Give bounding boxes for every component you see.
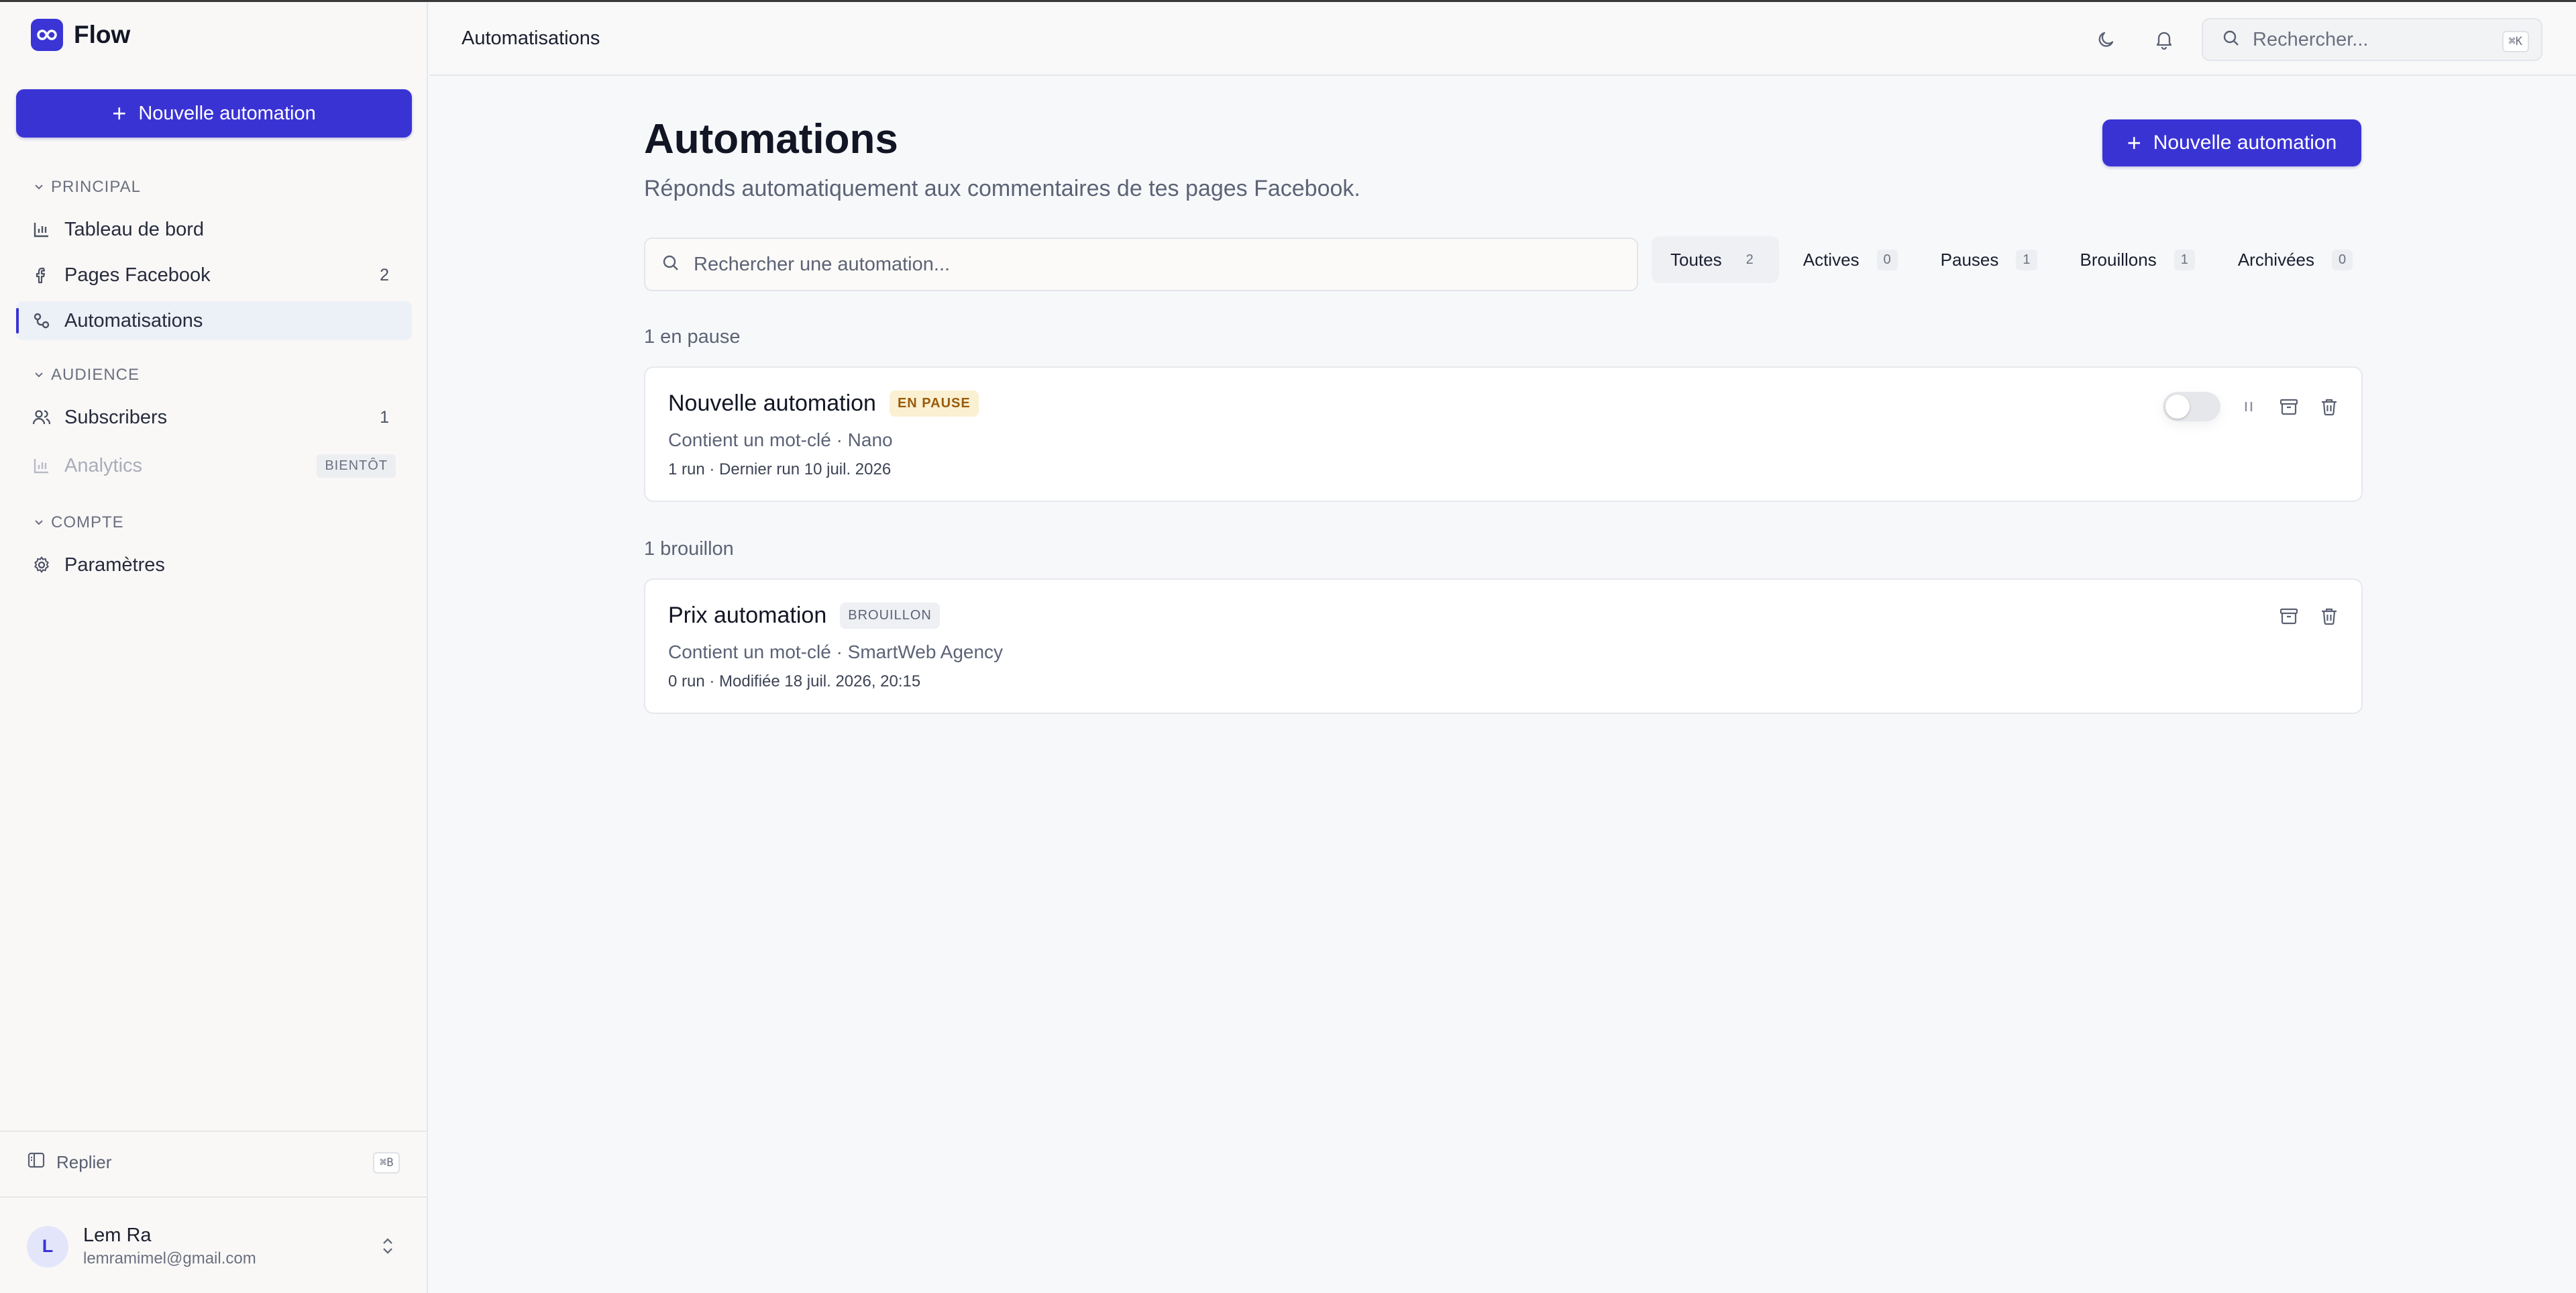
tab-label: Toutes xyxy=(1670,249,1722,270)
section-principal-title: PRINCIPAL xyxy=(51,178,141,196)
sidebar-item-count: 1 xyxy=(380,407,389,427)
sidebar-item-label: Paramètres xyxy=(64,554,165,576)
search-shortcut: ⌘K xyxy=(2502,31,2529,52)
tab-count: 1 xyxy=(2174,249,2195,270)
trash-icon[interactable] xyxy=(2317,604,2341,628)
activation-toggle[interactable] xyxy=(2163,392,2220,421)
sidebar-panel-icon xyxy=(27,1151,46,1174)
section-principal-toggle[interactable]: PRINCIPAL xyxy=(34,178,141,197)
top-header: Automatisations ⌘K xyxy=(429,2,2576,76)
tab-count: 2 xyxy=(1746,252,1754,267)
toggle-knob xyxy=(2165,395,2190,419)
brand-name: Flow xyxy=(74,21,131,48)
status-badge: BROUILLON xyxy=(840,603,940,629)
trash-icon[interactable] xyxy=(2317,395,2341,419)
bar-chart-icon xyxy=(32,220,51,239)
global-search-input[interactable] xyxy=(2253,28,2481,51)
sidebar-item-label: Subscribers xyxy=(64,406,168,428)
moon-icon[interactable] xyxy=(2094,28,2118,52)
bar-chart-icon xyxy=(32,456,51,475)
user-email: lemramimel@gmail.com xyxy=(83,1249,256,1268)
chevron-down-icon xyxy=(34,178,44,197)
sidebar-new-automation-button[interactable]: + Nouvelle automation xyxy=(16,89,412,138)
sidebar-item-label: Automatisations xyxy=(64,309,203,331)
pause-icon xyxy=(2237,395,2261,419)
sidebar: Flow + Nouvelle automation PRINCIPAL Tab… xyxy=(0,2,428,1293)
new-automation-label: Nouvelle automation xyxy=(2153,132,2337,154)
tab-label: Brouillons xyxy=(2080,249,2157,270)
automation-search-input[interactable] xyxy=(694,253,1566,276)
collapse-shortcut: ⌘B xyxy=(373,1152,400,1174)
tab-archivees[interactable]: Archivées 0 xyxy=(2219,236,2371,283)
archive-icon[interactable] xyxy=(2277,395,2301,419)
archive-icon[interactable] xyxy=(2277,604,2301,628)
tab-count: 1 xyxy=(2016,249,2037,270)
sidebar-item-count: 2 xyxy=(380,265,389,285)
automation-trigger: Contient un mot-clé · Nano xyxy=(668,429,893,450)
filter-tabs: Toutes 2 Actives 0 Pauses 1 Brouillons 1… xyxy=(1652,236,2371,283)
sidebar-item-dashboard[interactable]: Tableau de bord xyxy=(16,210,412,249)
sidebar-divider xyxy=(0,1196,428,1198)
tab-toutes[interactable]: Toutes 2 xyxy=(1652,236,1779,283)
search-icon xyxy=(2222,29,2241,51)
automation-title[interactable]: Prix automation xyxy=(668,603,826,629)
automation-title[interactable]: Nouvelle automation xyxy=(668,391,876,417)
bell-icon[interactable] xyxy=(2152,28,2176,52)
sidebar-new-automation-label: Nouvelle automation xyxy=(138,102,316,124)
plus-icon: + xyxy=(2127,129,2141,156)
sidebar-item-settings[interactable]: Paramètres xyxy=(16,546,412,584)
new-automation-button[interactable]: + Nouvelle automation xyxy=(2102,119,2361,166)
facebook-icon xyxy=(32,266,51,285)
tab-actives[interactable]: Actives 0 xyxy=(1784,236,1917,283)
sidebar-item-automations[interactable]: Automatisations xyxy=(16,301,412,340)
section-audience-title: AUDIENCE xyxy=(51,366,140,384)
group-label-paused: 1 en pause xyxy=(644,326,741,348)
tab-count: 0 xyxy=(1876,249,1898,270)
page-title: Automations xyxy=(644,116,898,162)
gear-icon xyxy=(32,556,51,574)
automation-trigger: Contient un mot-clé · SmartWeb Agency xyxy=(668,641,1004,662)
collapse-label: Replier xyxy=(56,1152,112,1172)
tab-count: 0 xyxy=(2331,249,2353,270)
workflow-icon xyxy=(32,311,51,330)
brand[interactable]: Flow xyxy=(31,18,130,52)
section-audience-toggle[interactable]: AUDIENCE xyxy=(34,366,140,384)
chevrons-up-down-icon[interactable] xyxy=(380,1235,396,1260)
section-compte-toggle[interactable]: COMPTE xyxy=(34,513,124,532)
tab-brouillons[interactable]: Brouillons 1 xyxy=(2061,236,2214,283)
group-label-draft: 1 brouillon xyxy=(644,538,734,560)
sidebar-item-facebook-pages[interactable]: Pages Facebook 2 xyxy=(16,256,412,295)
automation-meta: 0 run · Modifiée 18 juil. 2026, 20:15 xyxy=(668,672,921,690)
sidebar-item-analytics: Analytics BIENTÔT xyxy=(16,446,412,485)
automation-search[interactable] xyxy=(644,238,1638,291)
avatar: L xyxy=(27,1225,68,1268)
plus-icon: + xyxy=(112,99,127,127)
page-subtitle: Réponds automatiquement aux commentaires… xyxy=(644,176,1360,201)
section-compte-title: COMPTE xyxy=(51,513,124,531)
user-name: Lem Ra xyxy=(83,1225,152,1246)
collapse-sidebar-button[interactable]: Replier xyxy=(27,1151,111,1174)
automation-meta: 1 run · Dernier run 10 juil. 2026 xyxy=(668,460,892,478)
sidebar-item-label: Tableau de bord xyxy=(64,218,204,240)
users-icon xyxy=(32,408,51,427)
tab-pauses[interactable]: Pauses 1 xyxy=(1922,236,2056,283)
sidebar-item-label: Pages Facebook xyxy=(64,264,211,286)
automation-card[interactable]: Nouvelle automation EN PAUSE Contient un… xyxy=(644,366,2363,502)
infinity-logo-icon xyxy=(31,19,63,51)
status-badge: EN PAUSE xyxy=(889,391,979,417)
search-icon xyxy=(661,254,680,276)
chevron-down-icon xyxy=(34,513,44,532)
global-search[interactable]: ⌘K xyxy=(2202,18,2542,61)
sidebar-item-subscribers[interactable]: Subscribers 1 xyxy=(16,398,412,437)
breadcrumb: Automatisations xyxy=(462,28,600,49)
tab-label: Archivées xyxy=(2237,249,2314,270)
sidebar-item-label: Analytics xyxy=(64,454,143,476)
sidebar-divider xyxy=(0,1131,428,1132)
tab-label: Pauses xyxy=(1940,249,1999,270)
automation-card[interactable]: Prix automation BROUILLON Contient un mo… xyxy=(644,578,2363,714)
user-menu[interactable]: L Lem Ra lemramimel@gmail.com xyxy=(27,1225,256,1268)
tab-label: Actives xyxy=(1803,249,1860,270)
coming-soon-badge: BIENTÔT xyxy=(317,454,396,478)
chevron-down-icon xyxy=(34,366,44,384)
